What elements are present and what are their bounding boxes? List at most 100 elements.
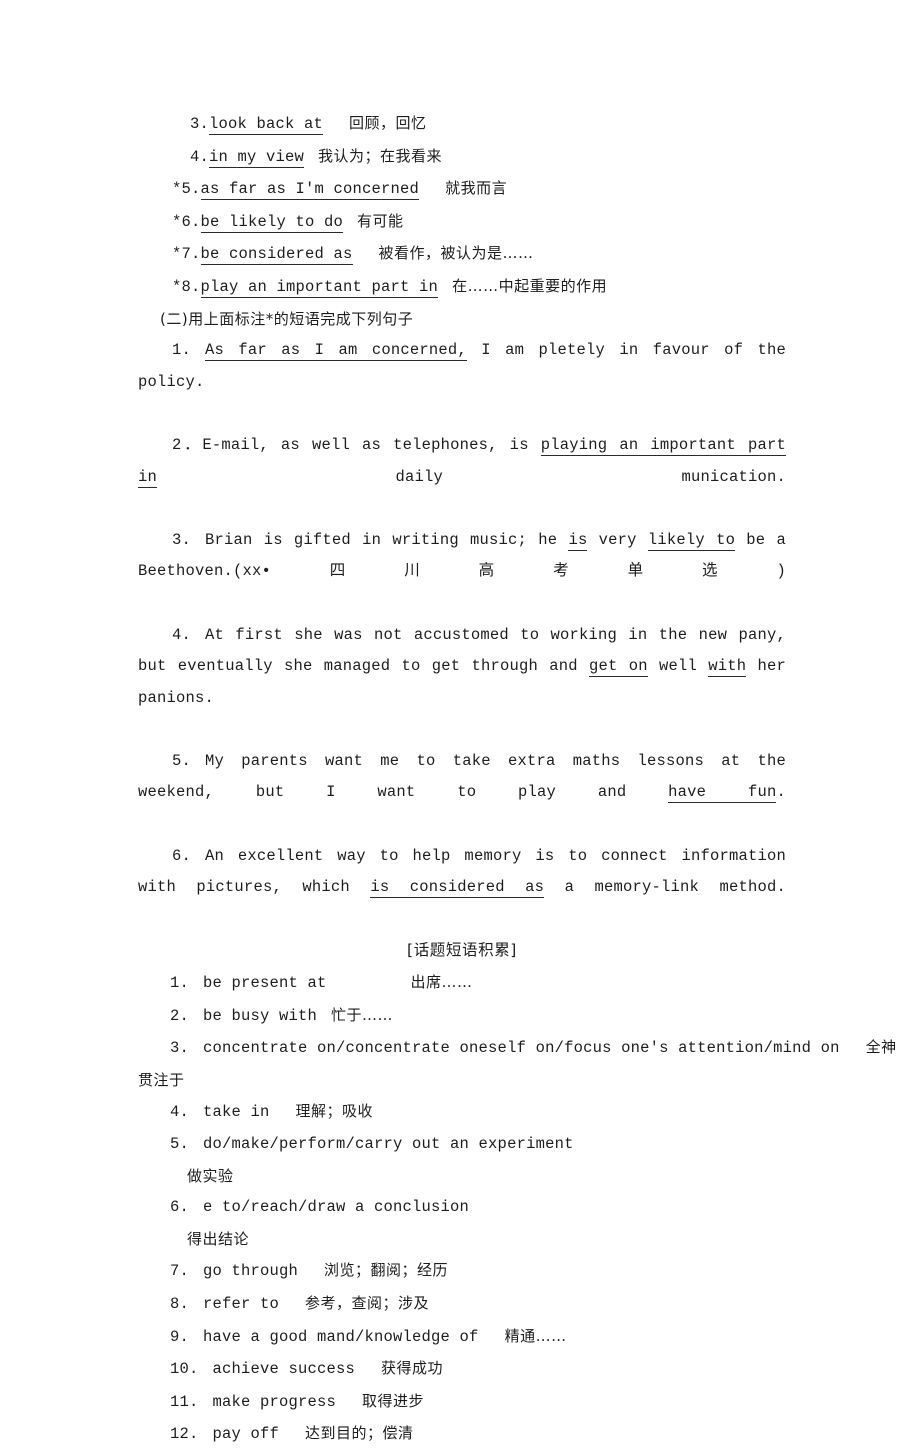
topic-number: 8. bbox=[170, 1294, 190, 1313]
question-tail: a memory-link method. bbox=[544, 878, 786, 897]
question-head: E-mail, as well as telephones, is bbox=[202, 435, 541, 454]
topic-meaning: 参考，查阅；涉及 bbox=[305, 1293, 430, 1312]
topic-phrase: refer to bbox=[203, 1294, 280, 1313]
phrase-meaning: 就我而言 bbox=[445, 179, 508, 198]
question-answer: As far as I am concerned, bbox=[205, 341, 467, 362]
question-answer-2: with bbox=[708, 657, 747, 678]
document-page: 3.look back at 回顾，回忆 4.in my view 我认为；在我看来… bbox=[0, 0, 920, 1443]
topic-number: 6. bbox=[170, 1198, 190, 1217]
phrase-row-8: *8.play an important part in 在……中起重要的作用 bbox=[138, 271, 786, 304]
topic-number: 1. bbox=[170, 974, 190, 993]
topic-number: 11. bbox=[170, 1392, 199, 1411]
topic-meaning: 出席…… bbox=[410, 973, 473, 992]
topic-meaning: 忙于…… bbox=[331, 1005, 394, 1024]
question-middle: well bbox=[647, 657, 709, 676]
phrase-meaning: 在……中起重要的作用 bbox=[452, 276, 608, 295]
phrase-text: be likely to do bbox=[200, 212, 344, 233]
topic-meaning: 获得成功 bbox=[381, 1359, 444, 1378]
question-2: 2．E-mail, as well as telephones, is play… bbox=[138, 430, 786, 525]
topic-number: 9. bbox=[170, 1327, 190, 1346]
phrase-row-5: *5.as far as I'm concerned 就我而言 bbox=[138, 173, 786, 206]
question-4: 4. At first she was not accustomed to wor… bbox=[138, 620, 786, 746]
question-answer: is bbox=[568, 530, 588, 551]
topic-row-11: 11. make progress 取得进步 bbox=[138, 1386, 786, 1419]
question-number: 5. bbox=[172, 751, 192, 770]
phrase-number: *8. bbox=[172, 277, 201, 296]
phrase-meaning: 我认为；在我看来 bbox=[318, 146, 443, 165]
phrase-number: *5. bbox=[172, 180, 201, 199]
topic-meaning: 浏览；翻阅；经历 bbox=[324, 1261, 449, 1280]
topic-phrase: take in bbox=[203, 1103, 270, 1122]
topic-row-3-continuation: 贯注于 bbox=[138, 1070, 185, 1089]
content-column: 3.look back at 回顾，回忆 4.in my view 我认为；在我看来… bbox=[138, 108, 896, 1451]
topic-row-4: 4. take in 理解；吸收 bbox=[138, 1096, 786, 1129]
question-3: 3. Brian is gifted in writing music; he i… bbox=[138, 525, 786, 620]
topic-number: 4. bbox=[170, 1103, 190, 1122]
topic-row-2: 2. be busy with 忙于…… bbox=[138, 1000, 786, 1033]
phrase-meaning: 有可能 bbox=[357, 211, 404, 230]
topic-phrase: pay off bbox=[212, 1425, 280, 1444]
topic-row-7: 7. go through 浏览；翻阅；经历 bbox=[138, 1255, 786, 1288]
topic-meaning: 精通…… bbox=[504, 1326, 567, 1345]
question-number: 1. bbox=[172, 341, 192, 360]
phrase-row-6: *6.be likely to do 有可能 bbox=[138, 206, 786, 239]
phrase-number: *7. bbox=[172, 245, 201, 264]
question-answer: is considered as bbox=[370, 878, 545, 899]
phrase-meaning: 回顾，回忆 bbox=[349, 114, 427, 132]
question-tail: daily munication. bbox=[157, 467, 786, 486]
topic-number: 3. bbox=[170, 1039, 190, 1058]
phrase-text: play an important part in bbox=[200, 277, 439, 298]
topic-meaning: 全神 bbox=[865, 1038, 897, 1057]
topic-phrase: concentrate on/concentrate oneself on/fo… bbox=[203, 1039, 840, 1058]
phrase-text: as far as I'm concerned bbox=[200, 180, 420, 201]
question-number: 4. bbox=[172, 625, 192, 644]
topic-row-5: 5. do/make/perform/carry out an experimen… bbox=[138, 1129, 786, 1161]
phrase-meaning: 被看作，被认为是…… bbox=[378, 244, 534, 263]
topic-row-8: 8. refer to 参考，查阅；涉及 bbox=[138, 1288, 786, 1321]
topic-meaning: 取得进步 bbox=[362, 1391, 425, 1410]
topic-number: 12. bbox=[170, 1425, 199, 1444]
topic-phrase: e to/reach/draw a conclusion bbox=[203, 1198, 470, 1217]
phrase-row-3: 3.look back at 回顾，回忆 bbox=[138, 108, 786, 141]
topic-phrase: be present at bbox=[203, 974, 327, 993]
question-1: 1. As far as I am concerned, I am pletely… bbox=[138, 335, 786, 430]
topic-phrase: make progress bbox=[212, 1392, 337, 1411]
topic-row-10: 10. achieve success 获得成功 bbox=[138, 1353, 786, 1386]
topic-number: 5. bbox=[170, 1135, 190, 1153]
phrase-number: 3. bbox=[190, 115, 210, 133]
phrase-number: *6. bbox=[172, 212, 201, 231]
question-answer-2: likely to bbox=[647, 530, 736, 551]
topic-row-6-meaning: 得出结论 bbox=[187, 1229, 250, 1248]
topic-phrase: do/make/perform/carry out an experiment bbox=[203, 1135, 574, 1153]
question-number: 3. bbox=[172, 530, 192, 549]
question-6: 6. An excellent way to help memory is to … bbox=[138, 841, 786, 936]
phrase-text: in my view bbox=[209, 147, 305, 168]
question-answer: have fun bbox=[668, 783, 777, 804]
question-answer: get on bbox=[588, 657, 648, 678]
topic-number: 2. bbox=[170, 1006, 190, 1025]
topic-phrase: have a good mand/knowledge of bbox=[203, 1327, 479, 1346]
topic-phrase: achieve success bbox=[212, 1360, 356, 1379]
topic-meaning: 达到目的；偿清 bbox=[305, 1424, 414, 1443]
question-middle: very bbox=[587, 530, 648, 549]
topic-row-6: 6. e to/reach/draw a conclusion bbox=[138, 1192, 786, 1224]
phrase-row-7: *7.be considered as 被看作，被认为是…… bbox=[138, 238, 786, 271]
question-tail: . bbox=[776, 783, 786, 802]
topic-row-3: 3. concentrate on/concentrate oneself on/… bbox=[138, 1032, 896, 1065]
topic-meaning: 理解；吸收 bbox=[295, 1102, 374, 1121]
topic-row-12: 12. pay off 达到目的；偿清 bbox=[138, 1418, 786, 1451]
phrase-number: 4. bbox=[190, 147, 210, 166]
phrase-row-4: 4.in my view 我认为；在我看来 bbox=[138, 141, 786, 174]
phrase-text: be considered as bbox=[200, 245, 353, 266]
topic-phrases-heading: [话题短语积累] bbox=[407, 941, 517, 960]
question-number: 2． bbox=[172, 435, 203, 454]
topic-row-5-meaning: 做实验 bbox=[187, 1166, 234, 1185]
phrase-text: look back at bbox=[209, 115, 324, 135]
topic-row-1: 1. be present at 出席…… bbox=[138, 967, 786, 1000]
topic-phrase: go through bbox=[203, 1262, 299, 1281]
topic-phrase: be busy with bbox=[203, 1006, 318, 1025]
topic-number: 7. bbox=[170, 1262, 190, 1281]
topic-row-9: 9. have a good mand/knowledge of 精通…… bbox=[138, 1321, 786, 1354]
question-head: Brian is gifted in writing music; he bbox=[205, 530, 569, 549]
question-number: 6. bbox=[172, 846, 192, 865]
